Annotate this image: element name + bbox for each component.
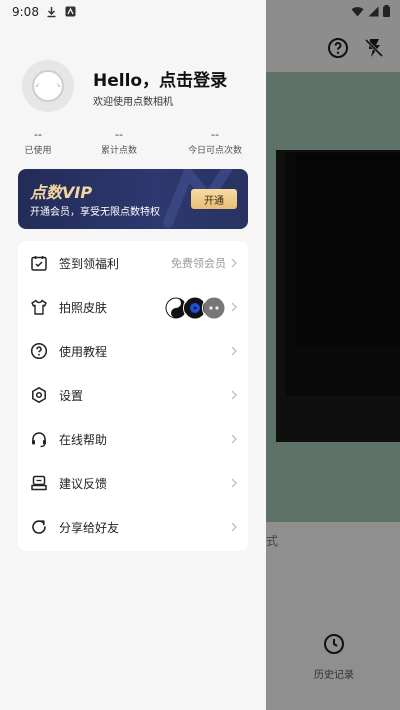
vip-title: 点数VIP (30, 183, 93, 202)
cellular-signal-icon (368, 6, 379, 16)
help-circle-icon (30, 342, 48, 360)
settings-hex-icon (32, 387, 46, 403)
stat-used: -- 已使用 (0, 128, 78, 156)
avatar-placeholder-icon (32, 70, 64, 102)
feedback-box-icon (31, 475, 47, 491)
stat-label: 已使用 (24, 146, 52, 156)
vip-open-button[interactable]: 开通 (191, 189, 237, 209)
stat-total-points: -- 累计点数 (79, 128, 159, 156)
menu-item-share[interactable]: 分享给好友 (18, 505, 248, 549)
stat-value: -- (34, 128, 42, 141)
stat-daily-remaining: -- 今日可点次数 (175, 128, 255, 156)
menu-item-label: 设置 (59, 388, 84, 403)
menu-item-label: 使用教程 (59, 344, 108, 359)
skin-gray-icon[interactable] (202, 296, 226, 320)
background-text: 式 (266, 534, 279, 548)
menu-item-online-help[interactable]: 在线帮助 (18, 417, 248, 461)
menu-item-label: 建议反馈 (59, 476, 108, 491)
calendar-check-icon (31, 256, 47, 271)
wifi-icon (351, 6, 364, 16)
history-clock-icon[interactable] (322, 632, 346, 656)
menu-item-tutorial[interactable]: 使用教程 (18, 329, 248, 373)
chevron-right-icon (231, 346, 238, 356)
menu-item-hint: 免费领会员 (171, 257, 226, 270)
chevron-right-icon (231, 434, 238, 444)
welcome-subtitle: 欢迎使用点数相机 (93, 97, 173, 108)
menu-item-settings[interactable]: 设置 (18, 373, 248, 417)
menu-item-label: 分享给好友 (59, 520, 120, 535)
vip-subtitle: 开通会员，享受无限点数特权 (30, 207, 160, 218)
menu-item-checkin[interactable]: 签到领福利 免费领会员 (18, 241, 248, 285)
status-bar: 9:08 (0, 0, 400, 24)
menu-item-label: 签到领福利 (59, 256, 120, 271)
login-greeting[interactable]: Hello，点击登录 (93, 66, 227, 91)
stat-value: -- (115, 128, 123, 141)
menu-item-label: 拍照皮肤 (59, 300, 108, 315)
side-drawer: Hello，点击登录 欢迎使用点数相机 -- 已使用 -- 累计点数 -- 今日… (0, 0, 266, 710)
headset-icon (32, 432, 46, 448)
tshirt-icon (31, 299, 47, 315)
chevron-right-icon (231, 258, 238, 268)
avatar[interactable] (22, 60, 74, 112)
stat-label: 今日可点次数 (187, 146, 242, 156)
help-icon[interactable] (326, 36, 350, 60)
menu-item-camera-skin[interactable]: 拍照皮肤 (18, 285, 248, 329)
history-label[interactable]: 历史记录 (306, 666, 362, 681)
menu-item-feedback[interactable]: 建议反馈 (18, 461, 248, 505)
download-icon (47, 7, 56, 18)
background-bottom-bar: 式 历史记录 (266, 522, 400, 710)
chevron-right-icon (231, 522, 238, 532)
status-notification-icons (46, 6, 76, 18)
camera-preview-dark-core (296, 155, 400, 345)
skin-previews (164, 296, 226, 320)
flash-off-icon[interactable] (362, 36, 386, 60)
camera-preview (266, 72, 400, 522)
background-app: 式 历史记录 (266, 0, 400, 710)
drawer-menu: 签到领福利 免费领会员 拍照皮肤 使用教程 设置 在线帮助 建议反馈 分享给好友 (18, 241, 248, 551)
status-system-icons (351, 5, 390, 17)
chevron-right-icon (231, 390, 238, 400)
vip-banner[interactable]: 点数VIP 开通会员，享受无限点数特权 开通 (18, 169, 248, 229)
chevron-right-icon (231, 302, 238, 312)
usage-stats: -- 已使用 -- 累计点数 -- 今日可点次数 (8, 128, 258, 162)
stat-label: 累计点数 (100, 146, 137, 156)
battery-icon (383, 5, 390, 17)
status-time: 9:08 (12, 5, 39, 19)
stat-value: -- (211, 128, 219, 141)
chevron-right-icon (231, 478, 238, 488)
menu-item-label: 在线帮助 (59, 432, 108, 447)
share-refresh-icon (32, 520, 46, 534)
app-notification-icon (65, 6, 76, 17)
